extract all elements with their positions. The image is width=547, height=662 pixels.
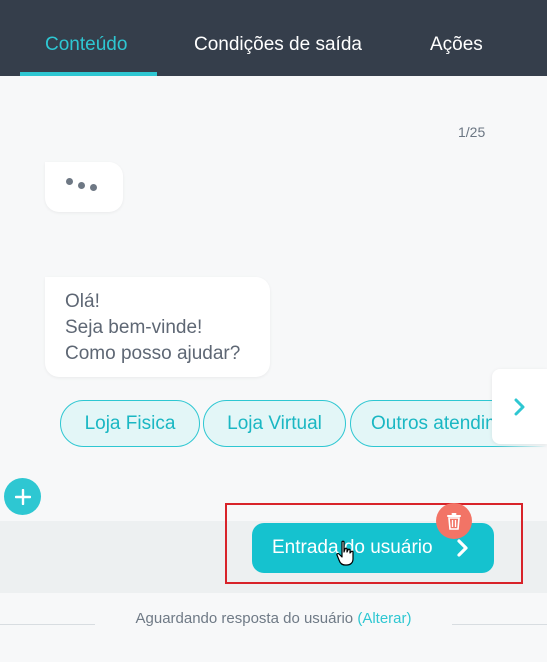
waiting-status-text: Aguardando resposta do usuário: [135, 610, 354, 627]
chevron-right-icon: [514, 398, 524, 415]
active-tab-indicator: [20, 72, 157, 76]
bot-message-bubble[interactable]: Olá! Seja bem-vinde! Como posso ajudar?: [45, 277, 270, 377]
tab-conteudo[interactable]: Conteúdo: [45, 34, 127, 56]
footer-status: Aguardando resposta do usuário (Alterar): [0, 610, 547, 627]
add-block-button[interactable]: [4, 478, 41, 515]
quick-reply-chip[interactable]: Loja Fisica: [60, 400, 200, 447]
chevron-right-icon: [457, 539, 468, 557]
tab-condicoes-de-saida[interactable]: Condições de saída: [194, 34, 362, 56]
typing-bubble: [45, 162, 123, 212]
quick-reply-chip[interactable]: Loja Virtual: [203, 400, 346, 447]
delete-button[interactable]: [436, 503, 472, 539]
plus-icon: [14, 488, 31, 505]
card-counter: 1/25: [458, 124, 486, 140]
top-tab-bar: Conteúdo Condições de saída Ações: [0, 0, 547, 76]
trash-icon: [447, 513, 461, 530]
message-line: Como posso ajudar?: [65, 343, 241, 364]
hand-pointer-cursor: [336, 540, 354, 566]
next-quick-replies-button[interactable]: [492, 369, 547, 444]
alter-link[interactable]: (Alterar): [357, 610, 411, 627]
message-line: Seja bem-vinde!: [65, 317, 203, 338]
message-line: Olá!: [65, 291, 100, 312]
tab-acoes[interactable]: Ações: [430, 34, 483, 56]
